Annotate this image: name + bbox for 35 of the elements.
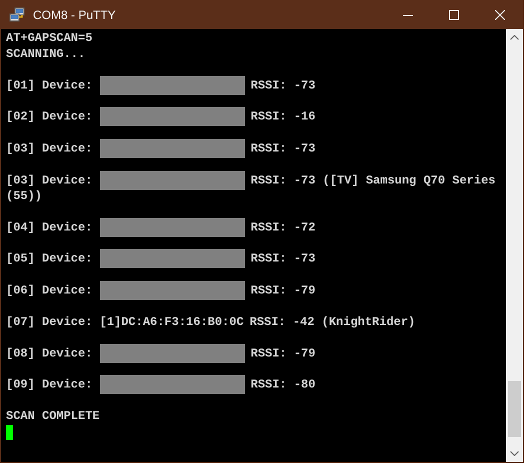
- chevron-up-icon: [510, 35, 519, 40]
- rssi-text: RSSI: -16: [250, 110, 316, 124]
- terminal-line: (55)): [6, 188, 42, 203]
- terminal-line: SCANNING...: [6, 46, 86, 60]
- rssi-text: RSSI: -42 (KnightRider): [250, 314, 416, 329]
- close-icon: [495, 10, 505, 20]
- device-label: [08] Device:: [6, 346, 92, 360]
- text-cursor: [6, 424, 13, 440]
- window-title: COM8 - PuTTY: [33, 7, 117, 24]
- terminal-line: AT+GAPSCAN=5: [6, 31, 92, 45]
- device-label: [05] Device:: [6, 252, 92, 266]
- chevron-down-icon: [510, 451, 519, 456]
- device-label: [03] Device:: [6, 142, 92, 156]
- rssi-text: RSSI: -73 ([TV] Samsung Q70 Series: [250, 173, 496, 188]
- device-address: [1]DC:A6:F3:16:B0:0C: [100, 314, 245, 330]
- minimize-icon: [403, 14, 413, 16]
- device-label: [06] Device:: [6, 284, 92, 298]
- scrollbar[interactable]: [506, 29, 523, 462]
- rssi-text: RSSI: -72: [250, 220, 316, 234]
- rssi-text: RSSI: -73: [250, 78, 316, 92]
- rssi-text: RSSI: -79: [250, 346, 316, 360]
- computer-icon: [9, 7, 25, 23]
- device-label: [01] Device:: [6, 78, 92, 92]
- rssi-text: RSSI: -79: [250, 284, 316, 298]
- scrollbar-thumb[interactable]: [508, 381, 521, 437]
- device-label: [04] Device:: [6, 220, 92, 234]
- rssi-text: RSSI: -73: [250, 142, 316, 156]
- device-label: [07] Device:: [6, 314, 92, 329]
- maximize-icon: [449, 10, 459, 20]
- device-label: [03] Device:: [6, 173, 92, 188]
- device-label: [02] Device:: [6, 110, 92, 124]
- device-label: [09] Device:: [6, 378, 92, 392]
- terminal-line: SCAN COMPLETE: [6, 409, 100, 424]
- rssi-text: RSSI: -80: [250, 378, 316, 392]
- rssi-text: RSSI: -73: [250, 252, 316, 266]
